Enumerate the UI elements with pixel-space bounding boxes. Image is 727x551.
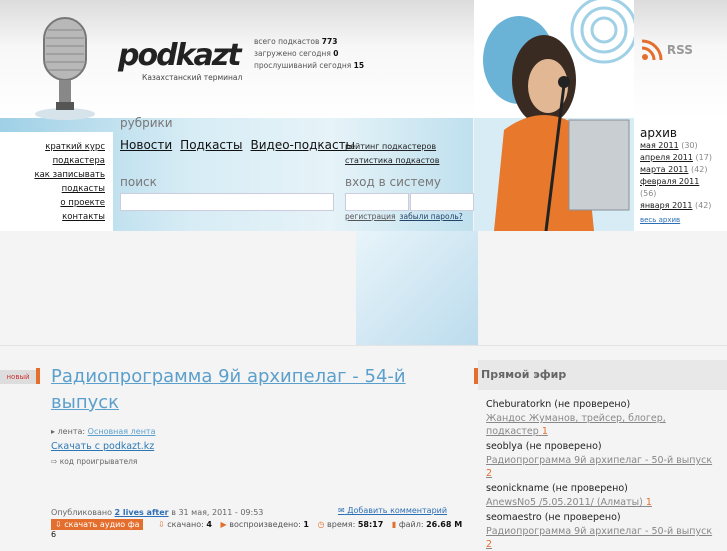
register-link[interactable]: регистрация bbox=[345, 212, 396, 221]
live-author: seomaestro (не проверено) bbox=[486, 512, 621, 523]
login-title: вход в систему bbox=[345, 175, 442, 189]
search-input[interactable] bbox=[120, 193, 334, 211]
archive-item[interactable]: января 2011 (42) bbox=[640, 200, 727, 212]
stat-total: всего подкастов 773 bbox=[254, 37, 338, 46]
live-link[interactable]: AnewsNo5 /5.05.2011/ (Алматы) 1 bbox=[486, 496, 716, 509]
download-link[interactable]: Скачать с podkazt.kz bbox=[51, 441, 154, 452]
category-menu: Новости Подкасты Видео-подкасты bbox=[120, 138, 363, 152]
podcaster-rating-link[interactable]: рейтинг подкастеров bbox=[345, 140, 439, 154]
author-link[interactable]: 2 lives after bbox=[115, 508, 169, 517]
live-link[interactable]: Радиопрограмма 9й архипелаг - 50-й выпус… bbox=[486, 454, 716, 480]
microphone-icon bbox=[35, 17, 95, 120]
archive-item[interactable]: марта 2011 (42) bbox=[640, 164, 727, 176]
categories-title: рубрики bbox=[120, 116, 173, 130]
left-nav: краткий курс подкастера как записывать п… bbox=[0, 132, 113, 231]
plays-icon: ▶ bbox=[220, 520, 227, 529]
file-icon: ▮ bbox=[391, 520, 397, 529]
live-author: Cheburatorkn (не проверено) bbox=[486, 399, 631, 410]
live-item: seoblya (не проверено) Радиопрограмма 9й… bbox=[486, 440, 716, 480]
add-comment-link[interactable]: ✉ Добавить комментарий bbox=[338, 506, 447, 515]
logo-tagline: Казахстанский терминал bbox=[142, 73, 243, 82]
ratings-links: рейтинг подкастеров статистика подкастов bbox=[345, 140, 439, 168]
nav-item-howto[interactable]: как записывать bbox=[34, 170, 105, 180]
logo[interactable]: podkazt Казахстанский терминал bbox=[118, 38, 242, 82]
archive-item[interactable]: апреля 2011 (17) bbox=[640, 152, 727, 164]
decorative-box bbox=[356, 231, 478, 345]
archive-title: архив bbox=[640, 126, 677, 140]
password-field[interactable] bbox=[410, 193, 474, 211]
archive-item-count: (56) bbox=[640, 189, 657, 198]
downloads-icon: ⇩ bbox=[158, 520, 165, 529]
post-feed: ▸ лента: Основная лента bbox=[51, 427, 156, 436]
clock-icon: ◷ bbox=[317, 520, 325, 529]
download-audio-button[interactable]: ⇩ скачать аудио фа bbox=[51, 519, 144, 530]
rss-label: RSS bbox=[666, 43, 693, 57]
divider bbox=[0, 345, 727, 346]
accent-bar bbox=[36, 368, 40, 384]
player-code[interactable]: ⇨ код проигрывателя bbox=[51, 457, 137, 466]
comment-icon: ✉ bbox=[338, 506, 345, 515]
feed-link[interactable]: Основная лента bbox=[88, 427, 156, 436]
live-item: Cheburatorkn (не проверено) Жандос Жуман… bbox=[486, 398, 716, 438]
site-stats: всего подкастов 773 загружено сегодня 0 … bbox=[254, 36, 364, 72]
rss-icon bbox=[641, 39, 663, 61]
nav-item-contacts[interactable]: контакты bbox=[62, 212, 105, 222]
login-links: регистрация забыли пароль? bbox=[345, 212, 467, 221]
post-meta: Опубликовано 2 lives after в 31 мая, 201… bbox=[51, 508, 264, 517]
live-item: seonickname (не проверено) AnewsNo5 /5.0… bbox=[486, 482, 716, 509]
search-title: поиск bbox=[120, 175, 157, 189]
nav-item-podcaster[interactable]: подкастера bbox=[53, 156, 105, 166]
nav-item-about[interactable]: о проекте bbox=[60, 198, 105, 208]
category-news[interactable]: Новости bbox=[120, 138, 172, 152]
live-author: seoblya (не проверено) bbox=[486, 441, 602, 452]
post-extra: 6 bbox=[51, 530, 57, 539]
live-feed: Cheburatorkn (не проверено) Жандос Жуман… bbox=[486, 398, 716, 551]
category-podcasts[interactable]: Подкасты bbox=[180, 138, 242, 152]
nav-item-podcasts[interactable]: подкасты bbox=[62, 184, 105, 194]
live-title: Прямой эфир bbox=[481, 368, 567, 381]
accent-bar bbox=[474, 368, 478, 384]
live-link[interactable]: Радиопрограмма 9й архипелаг - 50-й выпус… bbox=[486, 525, 716, 551]
post-title[interactable]: Радиопрограмма 9й архипелаг - 54-й выпус… bbox=[51, 364, 451, 416]
stat-uploaded: загружено сегодня 0 bbox=[254, 49, 339, 58]
podcaster-photo bbox=[474, 0, 634, 231]
rss-link[interactable]: RSS bbox=[640, 38, 693, 62]
code-icon: ⇨ bbox=[51, 457, 58, 466]
stat-listens: прослушиваний сегодня 15 bbox=[254, 61, 365, 70]
username-field[interactable] bbox=[345, 193, 409, 211]
live-author: seonickname (не проверено) bbox=[486, 483, 628, 494]
archive-all-link[interactable]: весь архив bbox=[640, 214, 727, 226]
feed-icon: ▸ bbox=[51, 427, 56, 436]
archive-panel: архив мая 2011 (30) апреля 2011 (17) мар… bbox=[634, 118, 727, 231]
nav-item-course[interactable]: краткий курс bbox=[45, 142, 105, 152]
new-badge: новый bbox=[0, 370, 36, 384]
post-stats-bar: ⇩ скачать аудио фа ⇩ скачано: 4 ▶ воспро… bbox=[51, 519, 462, 530]
forgot-password-link[interactable]: забыли пароль? bbox=[400, 212, 463, 221]
live-link[interactable]: Жандос Жуманов, трейсер, блогер, подкаст… bbox=[486, 412, 716, 438]
archive-item[interactable]: мая 2011 (30) bbox=[640, 140, 727, 152]
podcast-stats-link[interactable]: статистика подкастов bbox=[345, 154, 439, 168]
archive-item[interactable]: февраля 2011 bbox=[640, 176, 727, 188]
logo-brand: podkazt bbox=[118, 38, 242, 73]
category-video-podcasts[interactable]: Видео-подкасты bbox=[251, 138, 356, 152]
live-item: seomaestro (не проверено) Радиопрограмма… bbox=[486, 511, 716, 551]
